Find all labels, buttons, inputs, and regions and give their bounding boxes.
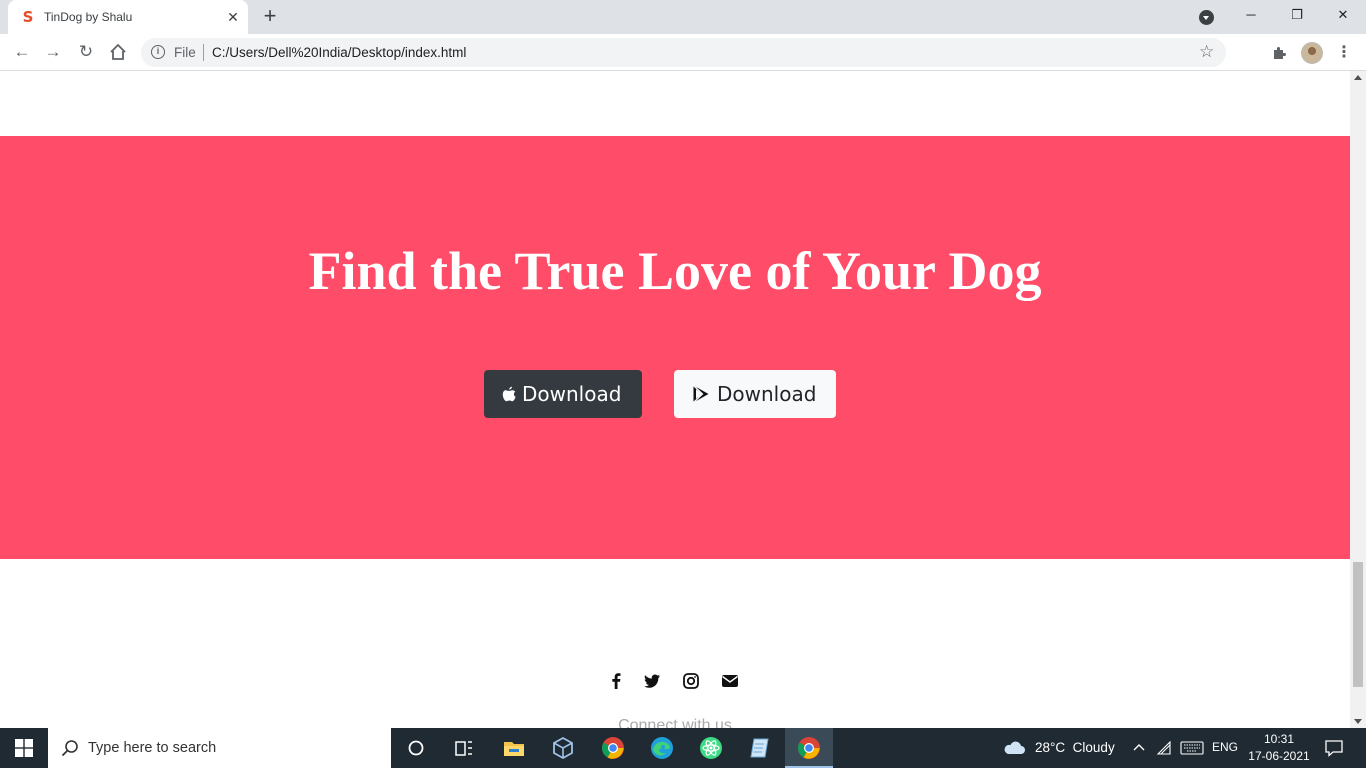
- tab-title: TinDog by Shalu: [44, 10, 133, 24]
- cloudy-weather-icon: [1004, 741, 1025, 754]
- browser-toolbar: ← → ↻ i File C:/Users/Dell%20India/Deskt…: [0, 34, 1366, 71]
- minimize-icon[interactable]: ─: [1228, 0, 1274, 32]
- taskbar-file-explorer[interactable]: [490, 728, 538, 768]
- keyboard-icon[interactable]: [1180, 741, 1204, 755]
- clock-time: 10:31: [1263, 732, 1295, 746]
- page-viewport: Find the True Love of Your Dog Download …: [0, 71, 1350, 728]
- weather-text[interactable]: 28°C Cloudy: [1035, 740, 1115, 755]
- notifications-icon[interactable]: [1325, 739, 1343, 757]
- apple-icon: [502, 386, 516, 402]
- cortana-button[interactable]: [392, 728, 440, 768]
- task-view-button[interactable]: [440, 728, 488, 768]
- taskbar-search-box[interactable]: Type here to search: [48, 728, 391, 768]
- address-bar[interactable]: i File C:/Users/Dell%20India/Desktop/ind…: [141, 38, 1226, 67]
- profile-avatar[interactable]: [1301, 42, 1323, 64]
- apple-download-button[interactable]: Download: [484, 370, 642, 418]
- taskbar-clock[interactable]: 10:31 17-06-2021: [1246, 731, 1312, 765]
- edge-icon: [651, 737, 673, 759]
- folder-icon: [504, 742, 524, 756]
- input-language[interactable]: ENG: [1212, 740, 1238, 754]
- page-scrollbar[interactable]: [1350, 71, 1366, 728]
- show-hidden-icons-chevron-icon[interactable]: [1133, 742, 1145, 754]
- connect-with-us-text: Connect with us: [618, 717, 732, 728]
- chrome-icon: [602, 737, 624, 759]
- taskbar-search-placeholder: Type here to search: [88, 740, 217, 756]
- close-window-icon[interactable]: ✕: [1320, 0, 1366, 32]
- site-info-icon[interactable]: i: [151, 45, 165, 59]
- scroll-down-arrow-icon[interactable]: [1354, 719, 1362, 724]
- forward-icon[interactable]: →: [41, 40, 65, 64]
- browser-menu-icon[interactable]: ⋮: [1336, 42, 1352, 64]
- url-scheme-label: File: [174, 45, 196, 60]
- taskbar-chrome-active[interactable]: [785, 728, 833, 768]
- wifi-icon[interactable]: [1156, 741, 1172, 755]
- apple-download-label: Download: [522, 382, 622, 406]
- screen: S TinDog by Shalu ✕ + ─ ❐ ✕ ← → ↻ i File…: [0, 0, 1366, 768]
- windows-taskbar: Type here to search 28°C Cloudy ENG 10:3…: [0, 728, 1366, 768]
- play-download-label: Download: [717, 382, 817, 406]
- cortana-icon: [408, 740, 424, 756]
- taskbar-edge[interactable]: [638, 728, 686, 768]
- taskbar-atom[interactable]: [687, 728, 735, 768]
- taskbar-notepad[interactable]: [736, 728, 784, 768]
- bookmark-star-icon[interactable]: ☆: [1199, 42, 1214, 62]
- scroll-up-arrow-icon[interactable]: [1354, 75, 1362, 80]
- task-view-icon: [455, 741, 472, 756]
- close-tab-icon[interactable]: ✕: [224, 8, 242, 26]
- taskbar-virtualbox[interactable]: [539, 728, 587, 768]
- tab-strip: S TinDog by Shalu ✕ + ─ ❐ ✕: [0, 0, 1366, 34]
- url-text[interactable]: C:/Users/Dell%20India/Desktop/index.html: [212, 45, 466, 60]
- html5-favicon-icon: S: [22, 8, 34, 26]
- omnibox-divider: [203, 44, 204, 61]
- windows-logo-icon: [15, 739, 33, 757]
- new-tab-icon[interactable]: +: [258, 5, 282, 29]
- cta-section: Find the True Love of Your Dog Download …: [0, 136, 1350, 559]
- scrollbar-thumb[interactable]: [1353, 562, 1363, 687]
- clock-date: 17-06-2021: [1248, 749, 1310, 763]
- extensions-icon[interactable]: [1268, 42, 1290, 64]
- notepad-icon: [750, 738, 769, 758]
- restore-icon[interactable]: ❐: [1274, 0, 1320, 32]
- browser-tab[interactable]: S TinDog by Shalu ✕: [8, 0, 248, 34]
- atom-icon: [700, 737, 722, 759]
- taskbar-chrome[interactable]: [589, 728, 637, 768]
- home-icon[interactable]: [106, 40, 130, 64]
- virtualbox-icon: [553, 736, 573, 760]
- email-icon[interactable]: [720, 671, 740, 691]
- facebook-icon[interactable]: [606, 671, 626, 691]
- instagram-icon[interactable]: [681, 671, 701, 691]
- reload-icon[interactable]: ↻: [74, 40, 98, 64]
- tab-search-icon[interactable]: [1199, 10, 1214, 25]
- twitter-icon[interactable]: [642, 671, 662, 691]
- start-button[interactable]: [0, 728, 48, 768]
- cta-title: Find the True Love of Your Dog: [308, 241, 1042, 301]
- google-play-download-button[interactable]: Download: [674, 370, 836, 418]
- chrome-icon: [798, 737, 820, 759]
- search-icon: [61, 740, 78, 757]
- back-icon[interactable]: ←: [10, 40, 34, 64]
- google-play-icon: [693, 385, 709, 403]
